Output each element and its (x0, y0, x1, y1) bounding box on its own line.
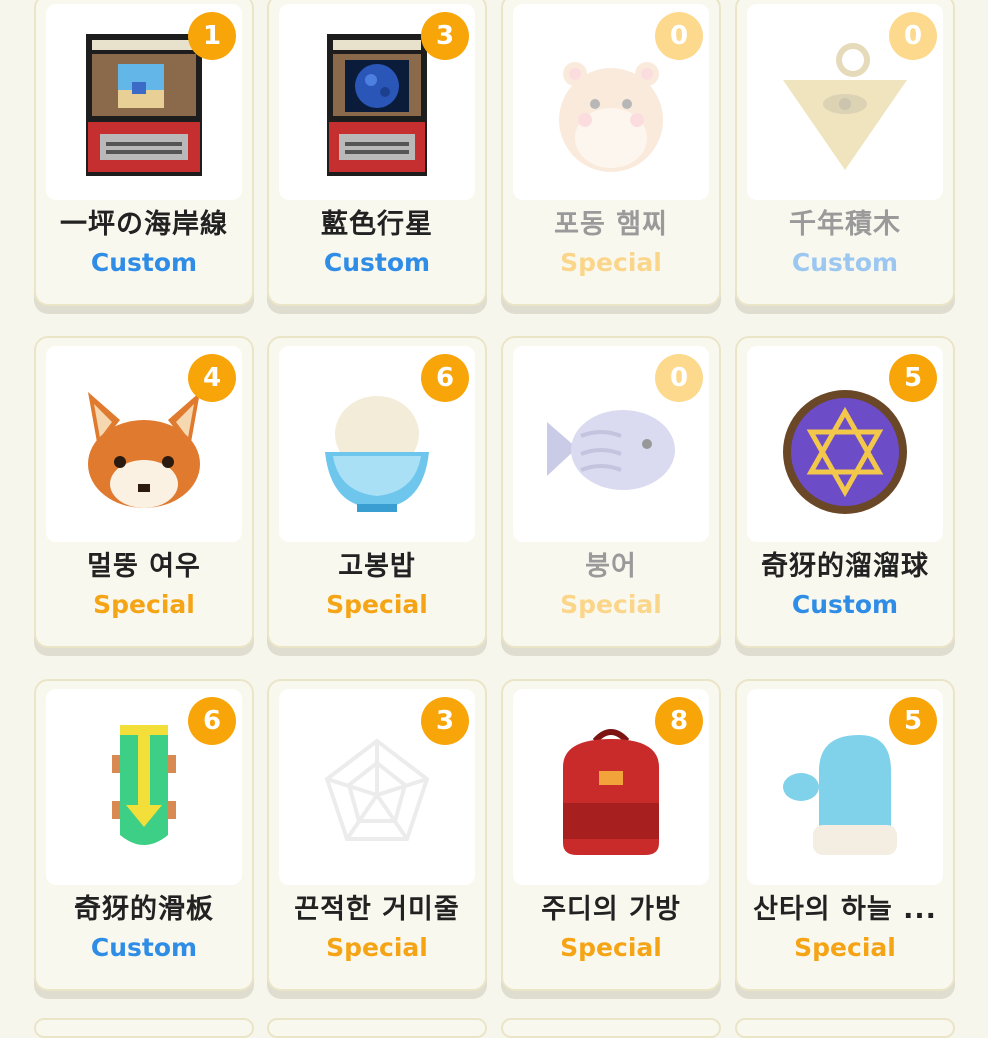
item-tile: 5 (747, 689, 943, 885)
count-badge: 5 (889, 354, 937, 402)
count-badge: 0 (655, 12, 703, 60)
item-tile: 5 (747, 346, 943, 542)
count-badge: 4 (188, 354, 236, 402)
item-card-partial[interactable] (501, 1018, 721, 1038)
item-type: Special (326, 590, 428, 619)
item-name: 千年積木 (789, 209, 901, 240)
item-tile: 8 (513, 689, 709, 885)
count-badge: 3 (421, 12, 469, 60)
item-name: 주디의 가방 (541, 894, 681, 925)
item-name: 藍色行星 (321, 209, 433, 240)
item-card[interactable]: 4 멀뚱 여우 Special (34, 336, 254, 648)
millennium-puzzle-icon (783, 43, 907, 170)
item-card-partial[interactable] (34, 1018, 254, 1038)
item-card[interactable]: 5 奇犽的溜溜球 Custom (735, 336, 955, 648)
item-name: 奇犽的溜溜球 (761, 551, 929, 582)
item-name: 붕어 (585, 551, 637, 582)
item-name: 一坪の海岸線 (60, 209, 228, 240)
item-card-partial[interactable] (267, 1018, 487, 1038)
item-type: Special (560, 248, 662, 277)
item-type: Custom (90, 248, 198, 277)
item-card[interactable]: 0 포동 햄찌 Special (501, 0, 721, 306)
count-badge: 3 (421, 697, 469, 745)
item-card[interactable]: 0 붕어 Special (501, 336, 721, 648)
skateboard-icon (112, 725, 176, 845)
spider-web-icon (324, 738, 430, 841)
count-badge: 0 (655, 354, 703, 402)
count-badge: 1 (188, 12, 236, 60)
item-tile: 4 (46, 346, 242, 542)
fox-head-icon (88, 392, 200, 508)
item-card[interactable]: 5 산타의 하늘 ... Special (735, 679, 955, 991)
item-name: 끈적한 거미줄 (294, 894, 460, 925)
hexagram-yoyo-icon (783, 390, 907, 514)
count-badge: 0 (889, 12, 937, 60)
item-tile: 1 (46, 4, 242, 200)
item-tile: 3 (279, 4, 475, 200)
item-tile: 3 (279, 689, 475, 885)
blue-mitten-icon (783, 735, 897, 855)
item-type: Custom (791, 590, 899, 619)
count-badge: 6 (421, 354, 469, 402)
item-card[interactable]: 1 一坪の海岸線 Custom (34, 0, 254, 306)
item-type: Special (560, 933, 662, 962)
item-tile: 6 (46, 689, 242, 885)
item-type: Custom (90, 933, 198, 962)
item-tile: 6 (279, 346, 475, 542)
item-tile: 0 (513, 4, 709, 200)
item-name: 산타의 하늘 ... (753, 894, 937, 925)
arcade-machine-beach-icon (86, 34, 202, 176)
item-card[interactable]: 3 藍色行星 Custom (267, 0, 487, 306)
item-tile: 0 (747, 4, 943, 200)
item-name: 고봉밥 (338, 551, 416, 582)
item-grid: 1 一坪の海岸線 Custom 3 藍色行星 Custom 0 포동 햄찌 Sp… (0, 0, 988, 1038)
count-badge: 8 (655, 697, 703, 745)
item-type: Custom (791, 248, 899, 277)
arcade-machine-planet-icon (327, 34, 427, 176)
item-name: 奇犽的滑板 (74, 894, 214, 925)
item-name: 포동 햄찌 (554, 209, 668, 240)
item-card[interactable]: 6 고봉밥 Special (267, 336, 487, 648)
count-badge: 6 (188, 697, 236, 745)
item-card[interactable]: 0 千年積木 Custom (735, 0, 955, 306)
item-card[interactable]: 3 끈적한 거미줄 Special (267, 679, 487, 991)
item-card[interactable]: 8 주디의 가방 Special (501, 679, 721, 991)
rice-bowl-icon (325, 396, 429, 512)
item-type: Special (326, 933, 428, 962)
item-card[interactable]: 6 奇犽的滑板 Custom (34, 679, 254, 991)
item-type: Custom (323, 248, 431, 277)
item-type: Special (93, 590, 195, 619)
item-type: Special (560, 590, 662, 619)
item-card-partial[interactable] (735, 1018, 955, 1038)
fish-bread-icon (547, 410, 675, 490)
item-name: 멀뚱 여우 (87, 551, 201, 582)
item-tile: 0 (513, 346, 709, 542)
hamster-icon (559, 62, 663, 172)
red-backpack-icon (563, 729, 659, 855)
count-badge: 5 (889, 697, 937, 745)
item-type: Special (794, 933, 896, 962)
